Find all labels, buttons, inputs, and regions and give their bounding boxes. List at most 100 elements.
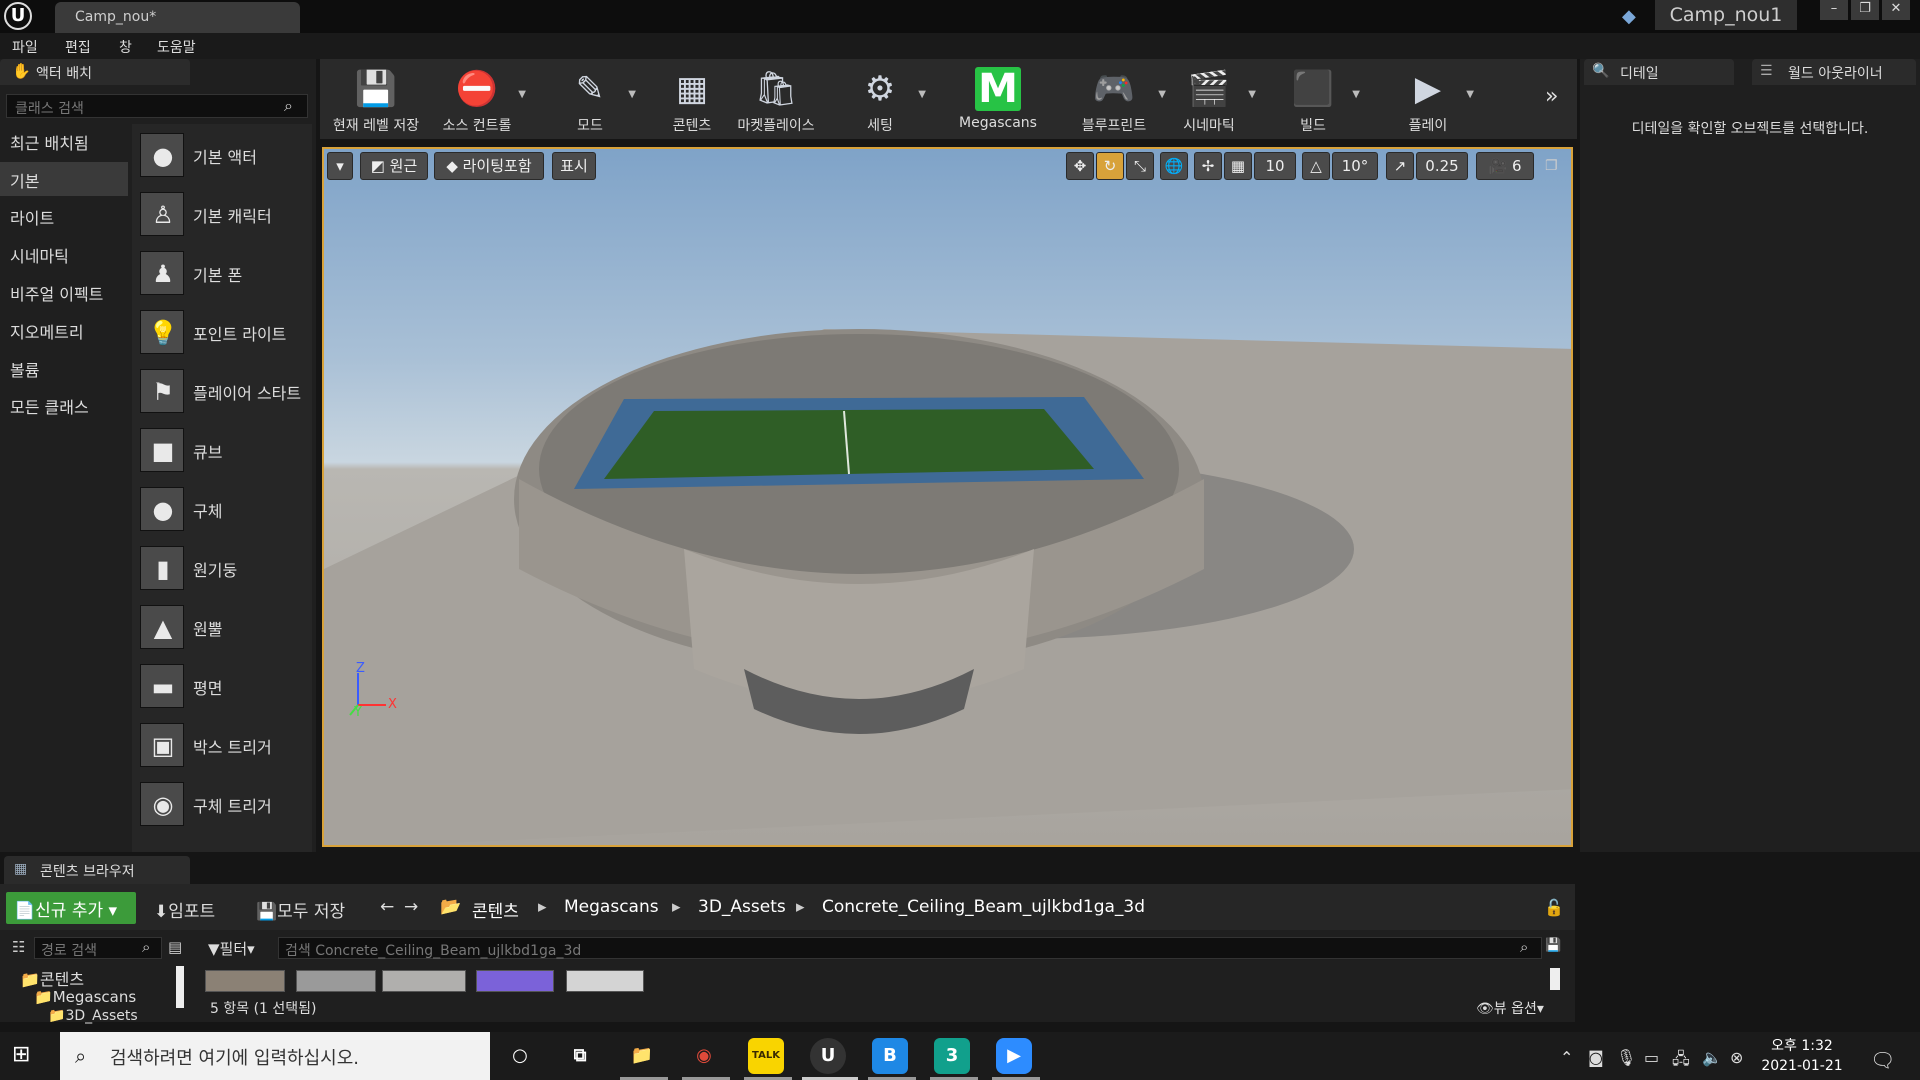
content-browser-tab[interactable]: 콘텐츠 브라우저 — [4, 856, 190, 884]
view-options-button[interactable]: 👁뷰 옵션▾ — [1476, 998, 1544, 1018]
asset-search-input[interactable]: 검색 Concrete_Ceiling_Beam_ujlkbd1ga_3d — [278, 937, 1542, 959]
breadcrumb-asset-folder[interactable]: Concrete_Ceiling_Beam_ujlkbd1ga_3d — [822, 897, 1145, 917]
asset-scrollbar[interactable] — [1550, 968, 1560, 990]
category-lights[interactable]: 라이트 — [0, 199, 128, 233]
search-icon[interactable]: ⌕ — [1520, 938, 1528, 956]
zoom-icon[interactable]: ▶ — [996, 1038, 1032, 1074]
menu-window[interactable]: 창 — [119, 37, 132, 57]
actor-item[interactable]: ◉ 구체 트리거 — [136, 776, 312, 832]
forward-icon[interactable]: → — [404, 897, 418, 917]
task-view-icon[interactable]: ⧉ — [562, 1038, 598, 1074]
minimize-button[interactable]: – — [1820, 0, 1848, 20]
notifications-icon[interactable]: 🗨 — [1870, 1048, 1895, 1072]
rotation-snap-icon[interactable]: △ — [1302, 152, 1330, 180]
cortana-icon[interactable]: ○ — [502, 1038, 538, 1074]
folder-icon[interactable]: 📂 — [440, 897, 461, 917]
blueprints-button[interactable]: 🎮 블루프린트 ▼ — [1066, 59, 1166, 139]
marketplace-button[interactable]: 🛍 마켓플레이스 — [730, 59, 822, 139]
actor-item[interactable]: ■ 큐브 — [136, 422, 312, 478]
category-all-classes[interactable]: 모든 클래스 — [0, 388, 128, 422]
volume-icon[interactable]: 🔈 — [1702, 1048, 1722, 1067]
category-cinematic[interactable]: 시네마틱 — [0, 237, 128, 271]
source-control-button[interactable]: ⛔ 소스 컨트롤 ▼ — [432, 59, 526, 139]
close-button[interactable]: ✕ — [1882, 0, 1910, 20]
breadcrumb-3d-assets[interactable]: 3D_Assets — [698, 897, 786, 917]
rotation-snap-value[interactable]: 10° — [1332, 152, 1378, 180]
actor-item[interactable]: 💡 포인트 라이트 — [136, 304, 312, 360]
content-button[interactable]: ▦ 콘텐츠 — [652, 59, 732, 139]
actor-item[interactable]: ● 기본 액터 — [136, 127, 312, 183]
modes-button[interactable]: ✎ 모드 ▼ — [548, 59, 636, 139]
microphone-icon[interactable]: 🎙 — [1616, 1048, 1636, 1067]
search-icon[interactable]: ⌕ — [284, 96, 293, 116]
translate-tool-icon[interactable]: ✥ — [1066, 152, 1094, 180]
maximize-button[interactable]: ❐ — [1851, 0, 1879, 20]
sources-toggle-icon[interactable]: ☷ — [12, 938, 25, 956]
scale-tool-icon[interactable]: ⤡ — [1126, 152, 1154, 180]
megascans-button[interactable]: M Megascans — [950, 59, 1046, 139]
surface-snap-icon[interactable]: ✢ — [1194, 152, 1222, 180]
show-button[interactable]: 표시 — [552, 152, 596, 180]
tree-scrollbar[interactable] — [176, 966, 184, 1008]
actor-item[interactable]: ● 구체 — [136, 481, 312, 537]
category-basic[interactable]: 기본 — [0, 162, 128, 196]
camera-tray-icon[interactable]: ◙ — [1588, 1048, 1604, 1067]
asset-thumbnail[interactable] — [205, 970, 285, 992]
taskbar-clock[interactable]: 오후 1:32 2021-01-21 — [1752, 1036, 1852, 1076]
toolbar-overflow-icon[interactable]: » — [1545, 84, 1558, 109]
actor-item[interactable]: ▣ 박스 트리거 — [136, 717, 312, 773]
save-all-button[interactable]: 💾모두 저장 — [256, 897, 345, 922]
world-outliner-tab[interactable]: 월드 아웃라이너 — [1752, 59, 1916, 85]
grid-snap-value[interactable]: 10 — [1254, 152, 1296, 180]
asset-thumbnail[interactable] — [296, 970, 376, 992]
settings-button[interactable]: ⚙ 세팅 ▼ — [838, 59, 926, 139]
camera-speed-button[interactable]: 🎥 6 — [1476, 152, 1534, 180]
level-tab[interactable]: Camp_nou* — [55, 2, 300, 33]
filter-button[interactable]: ▼필터▾ — [208, 938, 255, 959]
category-recent[interactable]: 최근 배치됨 — [0, 124, 128, 158]
asset-thumbnail[interactable] — [476, 970, 554, 992]
perspective-button[interactable]: ◩ 원근 — [360, 152, 428, 180]
tray-expand-icon[interactable]: ⌃ — [1560, 1048, 1573, 1067]
menu-edit[interactable]: 편집 — [65, 37, 91, 57]
tree-item-content[interactable]: 📁콘텐츠 — [20, 966, 84, 990]
actor-item[interactable]: ♙ 기본 캐릭터 — [136, 186, 312, 242]
breadcrumb-content[interactable]: 콘텐츠 — [472, 897, 519, 922]
category-volumes[interactable]: 볼륨 — [0, 351, 128, 385]
save-level-button[interactable]: 💾 현재 레벨 저장 — [322, 59, 430, 139]
tree-item-megascans[interactable]: 📁Megascans — [34, 988, 136, 1006]
chrome-icon[interactable]: ◉ — [686, 1038, 722, 1074]
battery-icon[interactable]: ▭ — [1644, 1048, 1659, 1067]
actor-item[interactable]: ▬ 평면 — [136, 658, 312, 714]
3ds-app-icon[interactable]: 3 — [934, 1038, 970, 1074]
kakaotalk-icon[interactable]: TALK — [748, 1038, 784, 1074]
lock-icon[interactable]: 🔓 — [1544, 898, 1564, 917]
rotate-tool-icon[interactable]: ↻ — [1096, 152, 1124, 180]
world-space-icon[interactable]: 🌐 — [1160, 152, 1188, 180]
cinematics-button[interactable]: 🎬 시네마틱 ▼ — [1166, 59, 1256, 139]
asset-thumbnail[interactable] — [566, 970, 644, 992]
actor-item[interactable]: ▲ 원뿔 — [136, 599, 312, 655]
file-explorer-icon[interactable]: 📁 — [624, 1038, 660, 1074]
tree-item-3d-assets[interactable]: 📁3D_Assets — [48, 1008, 138, 1024]
viewport-options-button[interactable]: ▾ — [327, 152, 353, 180]
category-visual-effects[interactable]: 비주얼 이펙트 — [0, 275, 128, 309]
build-button[interactable]: ⬛ 빌드 ▼ — [1270, 59, 1360, 139]
taskbar-search-input[interactable]: 검색하려면 여기에 입력하십시오. — [60, 1032, 490, 1080]
unreal-taskbar-icon[interactable]: U — [810, 1038, 846, 1074]
save-search-icon[interactable]: 💾 — [1545, 938, 1561, 953]
breadcrumb-megascans[interactable]: Megascans — [564, 897, 659, 917]
b-app-icon[interactable]: B — [872, 1038, 908, 1074]
ime-icon[interactable]: ⊗ — [1730, 1048, 1743, 1067]
asset-thumbnail[interactable] — [382, 970, 466, 992]
category-geometry[interactable]: 지오메트리 — [0, 313, 128, 347]
back-icon[interactable]: ← — [380, 897, 394, 917]
scale-snap-value[interactable]: 0.25 — [1416, 152, 1468, 180]
list-icon[interactable]: ▤ — [168, 938, 182, 956]
windows-start-icon[interactable]: ⊞ — [12, 1042, 40, 1070]
play-button[interactable]: ▶ 플레이 ▼ — [1386, 59, 1474, 139]
menu-file[interactable]: 파일 — [12, 37, 38, 57]
maximize-viewport-icon[interactable]: ❐ — [1545, 158, 1558, 174]
menu-help[interactable]: 도움말 — [157, 37, 196, 57]
import-button[interactable]: ⬇임포트 — [154, 897, 215, 922]
